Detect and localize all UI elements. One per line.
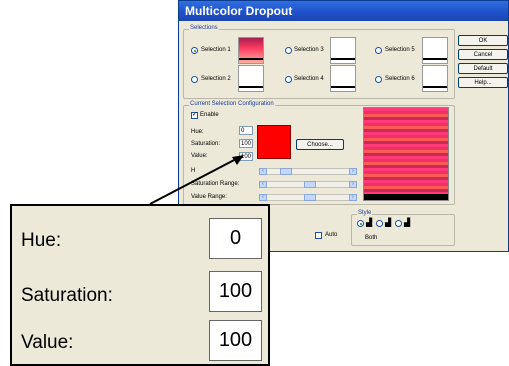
zoom-hue-label: Hue: <box>21 230 62 251</box>
zoom-inset: Hue: 0 Saturation: 100 Value: 100 <box>10 204 270 366</box>
zoom-hue-field: 0 <box>209 218 262 259</box>
zoom-saturation-field: 100 <box>209 271 262 312</box>
zoom-saturation-label: Saturation: <box>21 285 113 306</box>
zoom-value-field: 100 <box>209 320 262 361</box>
zoom-value-label: Value: <box>21 332 74 353</box>
